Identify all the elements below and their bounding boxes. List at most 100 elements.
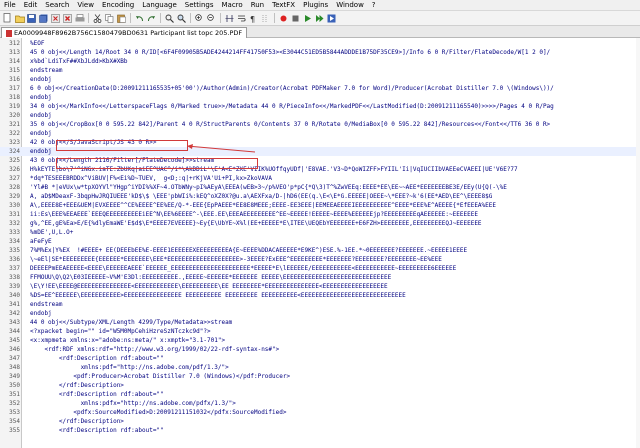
word-wrap-icon[interactable] <box>236 13 247 24</box>
close-icon[interactable] <box>50 13 61 24</box>
close-all-icon[interactable] <box>62 13 73 24</box>
menu-macro[interactable]: Macro <box>218 1 247 9</box>
line-text[interactable]: endobj <box>30 111 635 120</box>
line-text[interactable]: \E\Y!EE\EEEE@EEEEEEEEEEEEEEE<EEEEEEEEEEE… <box>30 282 635 291</box>
show-all-chars-icon[interactable]: ¶ <box>248 13 259 24</box>
code-line[interactable]: 354 </rdf:Description> <box>0 417 640 426</box>
code-line[interactable]: 346 <rdf:RDF xmlns:rdf="http://www.w3.or… <box>0 345 640 354</box>
code-line[interactable]: 314 x%bd`LdiTxF##XbJLdd>KbX#XBb <box>0 57 640 66</box>
code-line[interactable]: 341 endstream <box>0 300 640 309</box>
line-text[interactable]: <pdfx:SourceModified>D:20091211151032</p… <box>30 408 635 417</box>
new-file-icon[interactable] <box>2 13 13 24</box>
zoom-out-icon[interactable] <box>206 13 217 24</box>
code-line[interactable]: 328 'Yl#B *|eVUx\w*tpXOYVl"YHgp^iYDI%%XF~… <box>0 183 640 192</box>
find-icon[interactable] <box>164 13 175 24</box>
code-line[interactable]: 348 xmlns:pdf="http://ns.adobe.com/pdf/1… <box>0 363 640 372</box>
line-text[interactable]: 35 0 obj<</CropBox[0 0 595.22 842]/Paren… <box>30 120 635 129</box>
line-text[interactable]: 6 0 obj<</CreationDate(D:20091211165535+… <box>30 84 635 93</box>
code-line[interactable]: 313 45 0 obj<</Length 14/Root 34 0 R/ID[<… <box>0 48 640 57</box>
code-line[interactable]: 352 xmlns:pdfx="http://ns.adobe.com/pdfx… <box>0 399 640 408</box>
line-text[interactable]: </rdf:Description> <box>30 417 635 426</box>
line-text[interactable]: ii:Es\EEE%EEAEEE`EEEQEEEEEEEEEEiEE^N\EE%… <box>30 210 635 219</box>
code-line[interactable]: 318 endobj <box>0 93 640 102</box>
code-line[interactable]: 317 6 0 obj<</CreationDate(D:200912111655… <box>0 84 640 93</box>
vertical-scrollbar[interactable] <box>636 38 640 448</box>
open-folder-icon[interactable] <box>14 13 25 24</box>
line-text[interactable]: %mDE',U,L.O+ <box>30 228 635 237</box>
print-icon[interactable] <box>74 13 85 24</box>
code-line[interactable]: 312 %EOF <box>0 39 640 48</box>
line-text[interactable]: xmlns:pdf="http://ns.adobe.com/pdf/1.3/"… <box>30 363 635 372</box>
line-text[interactable]: A, aD$MDeaxF-3bqpHwJRQIUEEE'kD$\$ \EEE'p… <box>30 192 635 201</box>
line-text[interactable]: 34 0 obj<</MarkInfo<</LetterspaceFlags 0… <box>30 102 635 111</box>
menu-help[interactable]: ? <box>368 1 380 9</box>
menu-window[interactable]: Window <box>332 1 368 9</box>
line-text[interactable]: endstream <box>30 66 635 75</box>
save-all-icon[interactable] <box>38 13 49 24</box>
stop-macro-icon[interactable] <box>290 13 301 24</box>
code-line[interactable]: 345 <x:xmpmeta xmlns:x="adobe:ns:meta/" x… <box>0 336 640 345</box>
code-line[interactable]: 347 <rdf:Description rdf:about="" <box>0 354 640 363</box>
record-macro-icon[interactable] <box>278 13 289 24</box>
line-text[interactable]: 'Yl#B *|eVUx\w*tpXOYVl"YHgp^iYDI%%XF~4.O… <box>30 183 635 192</box>
code-line[interactable]: 320 endobj <box>0 111 640 120</box>
line-text[interactable]: DEEEEPmEEAEEEEE<EEEE\EEEEEEAEEE`EEEEEE_E… <box>30 264 635 273</box>
line-text[interactable]: <x:xmpmeta xmlns:x="adobe:ns:meta/" x:xm… <box>30 336 635 345</box>
menu-file[interactable]: File <box>0 1 20 9</box>
line-text[interactable]: FFMOUU\Q\Q2\E03IEEEEE~V%M'E3Dl:EEEEEEEEE… <box>30 273 635 282</box>
menu-plugins[interactable]: Plugins <box>299 1 332 9</box>
code-line[interactable]: 336 \~eEl|SE*EEEEEEEEE{EEEEEE*EEEEEEE\EEE… <box>0 255 640 264</box>
line-text[interactable]: <pdf:Producer>Acrobat Distiller 7.0 (Win… <box>30 372 635 381</box>
code-line[interactable]: 355 <rdf:Description rdf:about="" <box>0 426 640 435</box>
redo-icon[interactable] <box>146 13 157 24</box>
menu-settings[interactable]: Settings <box>181 1 218 9</box>
code-line[interactable]: 343 44 0 obj<</Subtype/XML/Length 4299/Ty… <box>0 318 640 327</box>
code-line[interactable]: 332 g%,^EE,gE%Ea>E/E{%dlyEmaWE'E$d$\E*EEE… <box>0 219 640 228</box>
line-text[interactable]: x%bd`LdiTxF##XbJLdd>KbX#XBb <box>30 57 635 66</box>
line-text[interactable]: <rdf:Description rdf:about="" <box>30 390 635 399</box>
menu-textfx[interactable]: TextFX <box>268 1 299 9</box>
line-text[interactable]: g%,^EE,gE%Ea>E/E{%dlyEmaWE'E$d$\E*EEEE7E… <box>30 219 635 228</box>
code-line[interactable]: 342 endobj <box>0 309 640 318</box>
line-text[interactable]: endobj <box>30 75 635 84</box>
replace-icon[interactable] <box>176 13 187 24</box>
code-line[interactable]: 315 endstream <box>0 66 640 75</box>
line-text[interactable]: xmlns:pdfx="http://ns.adobe.com/pdfx/1.3… <box>30 399 635 408</box>
code-line[interactable]: 340 %DS=EE^EEEEEE\EEEEEEEEEEE>EEEEEEEEEEE… <box>0 291 640 300</box>
paste-icon[interactable] <box>116 13 127 24</box>
play-macro-icon[interactable] <box>302 13 313 24</box>
line-text[interactable]: <rdf:RDF xmlns:rdf="http://www.w3.org/19… <box>30 345 635 354</box>
tab-pdf-file[interactable]: EA0009948F8962B756C1580479BD0631 Partici… <box>1 27 248 38</box>
code-line[interactable]: 327 *dq*TESEEEBRDDx^ViBUV|F%<Ei%D~TUEV, g… <box>0 174 640 183</box>
code-line[interactable]: 333 %mDE',U,L.O+ <box>0 228 640 237</box>
code-line[interactable]: 339 \E\Y!EE\EEEE@EEEEEEEEEEEEEEE<EEEEEEEE… <box>0 282 640 291</box>
line-text[interactable]: aFeFyE <box>30 237 635 246</box>
code-line[interactable]: 344 <?xpacket begin="" id="W5M0MpCehiHzre… <box>0 327 640 336</box>
menu-search[interactable]: Search <box>41 1 73 9</box>
code-line[interactable]: 319 34 0 obj<</MarkInfo<</LetterspaceFlag… <box>0 102 640 111</box>
line-text[interactable]: 45 0 obj<</Length 14/Root 34 0 R/ID[<6F4… <box>30 48 635 57</box>
code-line[interactable]: 337 DEEEEPmEEAEEEEE<EEEE\EEEEEEAEEE`EEEEE… <box>0 264 640 273</box>
line-text[interactable]: endobj <box>30 93 635 102</box>
code-line[interactable]: 331 ii:Es\EEE%EEAEEE`EEEQEEEEEEEEEEiEE^N\… <box>0 210 640 219</box>
menu-view[interactable]: View <box>73 1 98 9</box>
line-text[interactable]: endstream <box>30 300 635 309</box>
line-text[interactable]: endobj <box>30 129 635 138</box>
code-line[interactable]: 316 endobj <box>0 75 640 84</box>
editor-pane[interactable]: 312 %EOF 313 45 0 obj<</Length 14/Root 34 0… <box>0 38 640 448</box>
code-line[interactable]: 349 <pdf:Producer>Acrobat Distiller 7.0 … <box>0 372 640 381</box>
sync-scroll-icon[interactable] <box>224 13 235 24</box>
line-text[interactable]: 7%M%Ex|Y%EX !#EEEE+ EE(DEEEbEE%E-EEEE1EE… <box>30 246 635 255</box>
line-text[interactable]: %EOF <box>30 39 635 48</box>
line-text[interactable]: <rdf:Description rdf:about="" <box>30 354 635 363</box>
line-text[interactable]: %DS=EE^EEEEEE\EEEEEEEEEEE>EEEEEEEEEEEEEE… <box>30 291 635 300</box>
code-line[interactable]: 353 <pdfx:SourceModified>D:2009121115103… <box>0 408 640 417</box>
indent-guide-icon[interactable] <box>260 13 271 24</box>
copy-icon[interactable] <box>104 13 115 24</box>
menu-edit[interactable]: Edit <box>20 1 42 9</box>
code-line[interactable]: 322 endobj <box>0 129 640 138</box>
code-line[interactable]: 338 FFMOUU\Q\Q2\E03IEEEEE~V%M'E3Dl:EEEEEE… <box>0 273 640 282</box>
line-text[interactable]: </rdf:Description> <box>30 381 635 390</box>
menu-run[interactable]: Run <box>247 1 268 9</box>
line-text[interactable]: 44 0 obj<</Subtype/XML/Length 4299/Type/… <box>30 318 635 327</box>
